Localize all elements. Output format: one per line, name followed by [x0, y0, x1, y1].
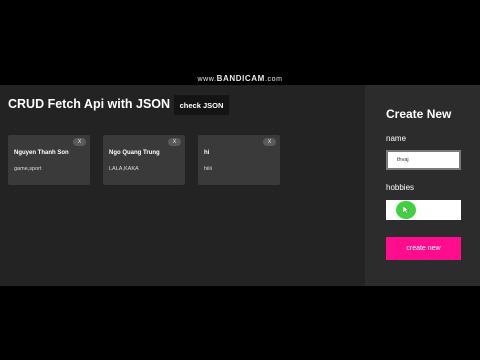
watermark-suffix: .com — [264, 76, 283, 83]
recorder-watermark: www.BANDICAM.com — [0, 74, 480, 83]
watermark-prefix: www. — [197, 76, 217, 83]
user-card: X Ngo Quang Trung LALA,KAKA — [103, 135, 185, 185]
name-label: name — [386, 134, 407, 143]
delete-card-button[interactable]: X — [168, 138, 181, 146]
user-card: X Nguyen Thanh Son game,sport — [8, 135, 90, 185]
card-hobbies: hiiii — [204, 166, 212, 172]
form-title: Create New — [386, 107, 452, 121]
check-json-button[interactable]: check JSON — [174, 95, 229, 115]
card-name: Ngo Quang Trung — [109, 150, 160, 156]
hobbies-label: hobbies — [386, 183, 415, 192]
page-title: CRUD Fetch Api with JSON — [8, 97, 171, 111]
create-form-panel: Create New name thvaj hobbies create new — [365, 85, 480, 286]
card-name: Nguyen Thanh Son — [14, 150, 69, 156]
main-panel: CRUD Fetch Api with JSON check JSON X Ng… — [0, 85, 365, 286]
card-hobbies: game,sport — [14, 166, 42, 172]
card-hobbies: LALA,KAKA — [109, 166, 139, 172]
watermark-brand: BANDICAM — [216, 74, 265, 83]
create-new-button[interactable]: create new — [386, 237, 461, 260]
cursor-highlight-icon — [396, 201, 416, 219]
card-name: hi — [204, 150, 210, 156]
name-input[interactable]: thvaj — [386, 150, 461, 170]
user-card: X hi hiiii — [198, 135, 280, 185]
delete-card-button[interactable]: X — [263, 138, 276, 146]
app-window: CRUD Fetch Api with JSON check JSON X Ng… — [0, 85, 480, 286]
delete-card-button[interactable]: X — [73, 138, 86, 146]
